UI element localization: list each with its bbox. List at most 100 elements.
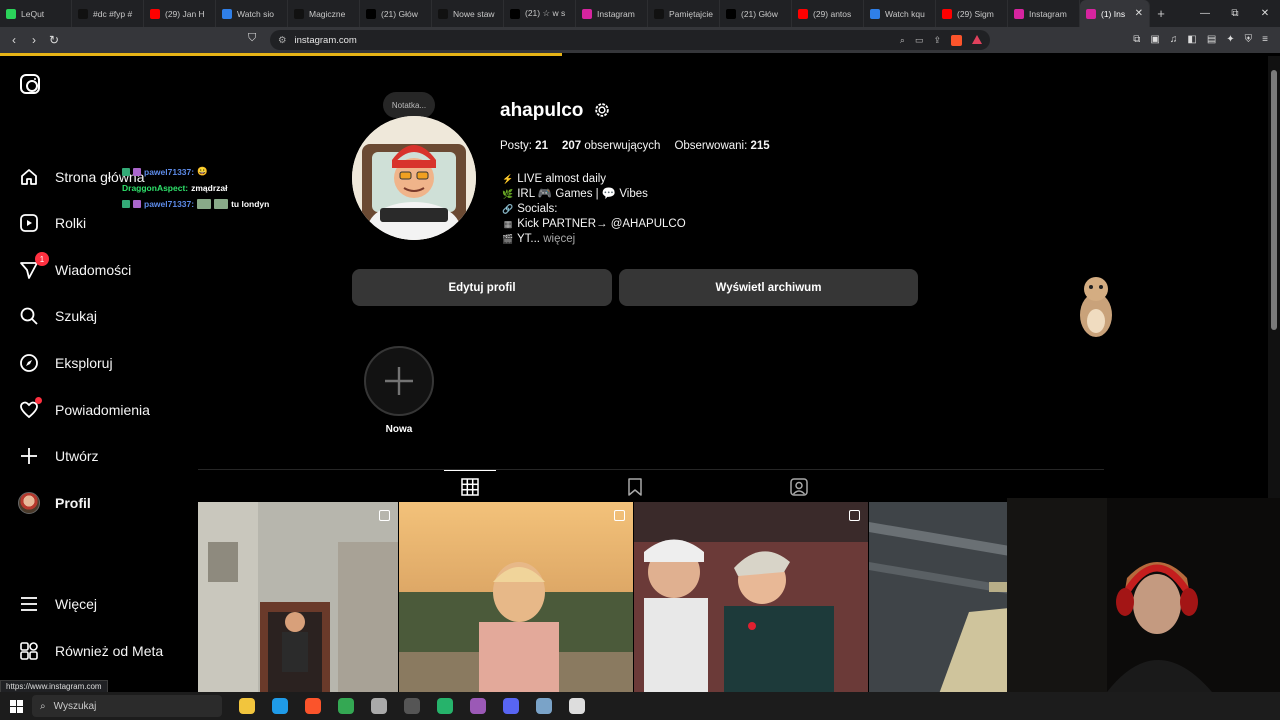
sidebar-item-reels[interactable]: Rolki: [18, 208, 188, 238]
sidebar-icon[interactable]: ◧: [1187, 34, 1196, 45]
bio-text: YT...: [517, 233, 541, 245]
lightning-icon: ⚡: [502, 174, 514, 184]
menu-icon[interactable]: ≡: [1262, 34, 1268, 45]
start-button[interactable]: [0, 699, 32, 713]
close-tab-icon[interactable]: ✕: [1135, 8, 1143, 19]
post-thumbnail[interactable]: [634, 502, 868, 694]
browser-tab[interactable]: (29) Jan H: [144, 0, 216, 27]
sidebar-item-profile[interactable]: Profil: [18, 488, 188, 518]
browser-tab[interactable]: (29) Sigm: [936, 0, 1008, 27]
browser-tab[interactable]: (21) Głów: [720, 0, 792, 27]
bookmark-icon[interactable]: ⛉: [248, 32, 256, 45]
followers-label: obserwujących: [584, 140, 661, 152]
maximize-button[interactable]: ⧉: [1220, 8, 1250, 19]
tab-tagged[interactable]: [773, 470, 825, 503]
brave-icon[interactable]: [304, 698, 321, 714]
app-icon[interactable]: [469, 698, 486, 714]
leaf-icon: 🌿: [502, 189, 514, 199]
following-stat[interactable]: Obserwowani: 215: [674, 140, 769, 152]
play-icon[interactable]: [436, 698, 453, 714]
sidebar-item-messages[interactable]: 1 Wiadomości: [18, 252, 188, 285]
browser-tab[interactable]: Magiczne: [288, 0, 360, 27]
settings-gear-icon[interactable]: [593, 101, 611, 119]
close-window-button[interactable]: ✕: [1250, 8, 1280, 19]
wallet-icon[interactable]: ▣: [1150, 34, 1159, 45]
sidebar-item-notifications[interactable]: Powiadomienia: [18, 395, 188, 425]
bio-more-link[interactable]: więcej: [543, 233, 575, 245]
app-icon[interactable]: [535, 698, 552, 714]
plus-icon: [385, 367, 413, 395]
sidebar-item-search[interactable]: Szukaj: [18, 301, 188, 331]
browser-tab[interactable]: Instagram: [1008, 0, 1080, 27]
sidebar-item-meta[interactable]: Również od Meta: [18, 636, 188, 666]
chat-line: pawel71337: 😀: [122, 166, 208, 177]
browser-tab[interactable]: LeQut: [0, 0, 72, 27]
browser-tab[interactable]: (21) ☆ w s: [504, 0, 576, 27]
back-icon[interactable]: ‹: [4, 33, 24, 47]
edit-profile-button[interactable]: Edytuj profil: [352, 269, 612, 306]
file-explorer-icon[interactable]: [238, 698, 255, 714]
cast-icon[interactable]: ▭: [915, 35, 924, 46]
sidebar-item-create[interactable]: Utwórz: [18, 441, 188, 471]
media-icon[interactable]: ♫: [1170, 34, 1178, 45]
minimize-button[interactable]: —: [1190, 8, 1220, 19]
obs-icon[interactable]: [403, 698, 420, 714]
brave-shields-icon[interactable]: [951, 34, 962, 46]
forward-icon[interactable]: ›: [24, 33, 44, 47]
browser-tab[interactable]: Watch kqu: [864, 0, 936, 27]
brave-rewards-icon[interactable]: [972, 34, 982, 44]
following-count: 215: [750, 140, 770, 152]
browser-tab[interactable]: Nowe staw: [432, 0, 504, 27]
new-highlight-button[interactable]: [364, 346, 434, 416]
scrollbar-thumb[interactable]: [1271, 70, 1277, 330]
site-settings-icon[interactable]: ⚙: [278, 35, 287, 46]
extensions-toolbar: ⧉ ▣ ♫ ◧ ▤ ✦ ⛨ ≡: [1133, 34, 1268, 45]
sidebar-item-label: Więcej: [55, 596, 98, 612]
share-icon[interactable]: ⇪: [933, 35, 941, 46]
post-thumbnail[interactable]: [399, 502, 633, 694]
browser-tab-active[interactable]: (1) Ins ✕: [1080, 0, 1150, 27]
browser-tab[interactable]: Instagram: [576, 0, 648, 27]
edge-icon[interactable]: [271, 698, 288, 714]
sidebar-item-explore[interactable]: Eksploruj: [18, 348, 188, 378]
chat-message: 😀: [197, 166, 208, 176]
reload-icon[interactable]: ↻: [44, 33, 64, 47]
new-tab-button[interactable]: +: [1150, 6, 1172, 21]
vpn-icon[interactable]: ⛨: [1245, 34, 1253, 45]
discord-icon[interactable]: [502, 698, 519, 714]
tab-favicon-icon: [1086, 8, 1096, 19]
instagram-logo-icon[interactable]: [20, 74, 40, 94]
browser-tab[interactable]: Pamiętajcie: [648, 0, 720, 27]
app-icon[interactable]: [370, 698, 387, 714]
tab-saved[interactable]: [609, 470, 661, 503]
browser-tab[interactable]: Watch sio: [216, 0, 288, 27]
search-icon: [18, 305, 40, 327]
post-thumbnail[interactable]: [198, 502, 398, 694]
tab-title: Nowe staw: [453, 8, 495, 19]
followers-stat[interactable]: 207 obserwujących: [562, 140, 660, 152]
view-archive-button[interactable]: Wyświetl archiwum: [619, 269, 918, 306]
avatar: [18, 492, 40, 514]
browser-tab[interactable]: #dc #fyp #: [72, 0, 144, 27]
posts-count: 21: [535, 140, 548, 152]
tab-posts[interactable]: [444, 470, 496, 503]
sidebar-item-more[interactable]: Więcej: [18, 589, 188, 619]
sidebar-item-label: Szukaj: [55, 308, 98, 324]
url-field[interactable]: ⚙ instagram.com ⌕ ▭ ⇪: [270, 30, 990, 50]
profile-avatar[interactable]: [352, 116, 476, 240]
browser-tab[interactable]: (21) Głów: [360, 0, 432, 27]
chat-badge-icon: [133, 200, 141, 208]
browser-tab[interactable]: (29) antos: [792, 0, 864, 27]
leo-icon[interactable]: ✦: [1226, 34, 1234, 45]
wallet2-icon[interactable]: ▤: [1207, 34, 1216, 45]
posts-stat[interactable]: Posty: 21: [500, 140, 548, 152]
zoom-icon[interactable]: ⌕: [900, 35, 905, 46]
sidebar-item-label: Eksploruj: [55, 355, 113, 371]
carousel-icon: [614, 510, 625, 521]
app-icon[interactable]: [568, 698, 585, 714]
note-bubble[interactable]: Notatka...: [383, 92, 435, 118]
chrome-icon[interactable]: [337, 698, 354, 714]
bio-text: IRL 🎮 Games | 💬 Vibes: [517, 188, 648, 200]
taskbar-search[interactable]: ⌕ Wyszukaj: [32, 695, 222, 717]
extensions-icon[interactable]: ⧉: [1133, 34, 1140, 45]
